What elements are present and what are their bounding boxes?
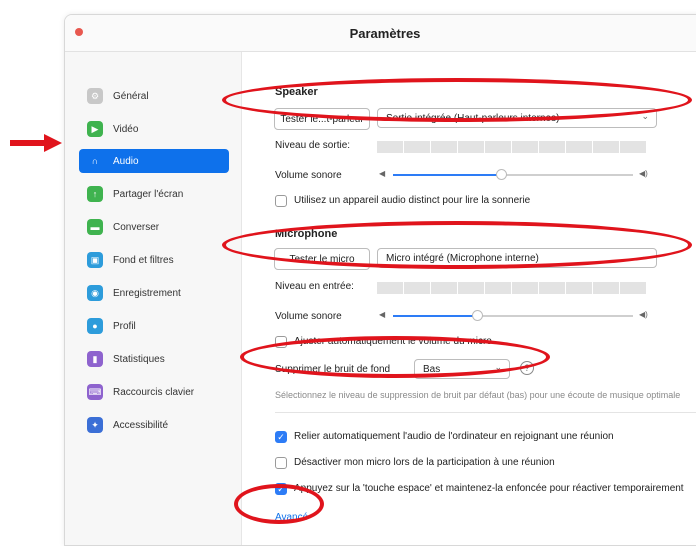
volume-high-icon: ◀) (639, 310, 648, 319)
accessibility-icon: ✦ (87, 417, 103, 433)
mute-mic-on-join-checkbox[interactable] (275, 457, 287, 469)
sidebar-item-label: Accessibilité (113, 419, 169, 431)
output-level-meter (377, 141, 647, 153)
window-title: Paramètres (349, 26, 421, 41)
title-bar: Paramètres (65, 15, 696, 52)
record-icon: ◉ (87, 285, 103, 301)
volume-low-icon: ◀ (379, 169, 386, 178)
sidebar-item-share-screen[interactable]: ↑ Partager l'écran (79, 182, 229, 206)
gear-icon: ⚙ (87, 88, 103, 104)
volume-low-icon: ◀ (379, 310, 386, 319)
auto-join-audio-label: Relier automatiquement l'audio de l'ordi… (294, 431, 614, 442)
profile-icon: ● (87, 318, 103, 334)
sidebar-item-record[interactable]: ◉ Enregistrement (79, 281, 229, 305)
speaker-volume-slider[interactable]: ◀ ◀) (377, 168, 653, 182)
sidebar-item-label: Raccourcis clavier (113, 386, 195, 398)
chat-bubble-icon: ▬ (87, 219, 103, 235)
sidebar-item-accessibility[interactable]: ✦ Accessibilité (79, 413, 229, 437)
annotation-ellipse-advanced (234, 484, 324, 524)
person-background-icon: ▣ (87, 252, 103, 268)
sidebar-item-gear[interactable]: ⚙ Général (79, 84, 229, 108)
volume-high-icon: ◀) (639, 169, 648, 178)
share-screen-icon: ↑ (87, 186, 103, 202)
auto-join-audio-checkbox[interactable]: ✓ (275, 431, 287, 443)
sidebar: ⚙ Général ▶ Vidéo ∩ Audio ↑ Partager l'écran ▬ Co… (65, 52, 242, 545)
slider-knob[interactable] (472, 310, 483, 321)
push-to-talk-label: Appuyez sur la 'touche espace' et mainte… (294, 483, 684, 494)
sidebar-item-label: Général (113, 90, 149, 102)
annotation-ellipse-microphone (222, 221, 692, 269)
sidebar-item-label: Statistiques (113, 353, 165, 365)
sidebar-item-label: Partager l'écran (113, 188, 184, 200)
bar-chart-icon: ▮ (87, 351, 103, 367)
video-camera-icon: ▶ (87, 121, 103, 137)
sidebar-item-label: Vidéo (113, 123, 139, 135)
audio-settings-panel: Speaker Tester le...t-parleur Sortie int… (242, 52, 696, 545)
sidebar-item-label: Audio (113, 155, 139, 167)
input-level-label: Niveau en entrée: (275, 281, 354, 292)
sidebar-item-keyboard[interactable]: ⌨ Raccourcis clavier (79, 380, 229, 404)
sidebar-item-headphones[interactable]: ∩ Audio (79, 149, 229, 173)
speaker-volume-label: Volume sonore (275, 170, 342, 181)
microphone-volume-slider[interactable]: ◀ ◀) (377, 309, 653, 323)
section-divider (275, 412, 696, 413)
sidebar-item-label: Enregistrement (113, 287, 181, 299)
input-level-meter (377, 282, 647, 294)
noise-suppression-hint: Sélectionnez le niveau de suppression de… (275, 390, 681, 400)
sidebar-item-profile[interactable]: ● Profil (79, 314, 229, 338)
sidebar-item-bar-chart[interactable]: ▮ Statistiques (79, 347, 229, 371)
sidebar-item-video-camera[interactable]: ▶ Vidéo (79, 117, 229, 141)
annotation-arrow-shaft (10, 140, 46, 146)
mute-mic-on-join-label: Désactiver mon micro lors de la particip… (294, 457, 555, 468)
slider-knob[interactable] (496, 169, 507, 180)
sidebar-item-label: Profil (113, 320, 136, 332)
annotation-ellipse-noise (240, 336, 550, 378)
separate-ringtone-checkbox[interactable] (275, 195, 287, 207)
sidebar-item-person-background[interactable]: ▣ Fond et filtres (79, 248, 229, 272)
microphone-volume-label: Volume sonore (275, 311, 342, 322)
sidebar-item-label: Converser (113, 221, 160, 233)
annotation-ellipse-speaker (222, 78, 692, 122)
sidebar-item-label: Fond et filtres (113, 254, 174, 266)
headphones-icon: ∩ (91, 156, 99, 166)
annotation-arrow-head (44, 134, 62, 152)
separate-ringtone-label: Utilisez un appareil audio distinct pour… (294, 195, 531, 206)
output-level-label: Niveau de sortie: (275, 140, 351, 151)
keyboard-icon: ⌨ (87, 384, 103, 400)
sidebar-item-chat-bubble[interactable]: ▬ Converser (79, 215, 229, 239)
